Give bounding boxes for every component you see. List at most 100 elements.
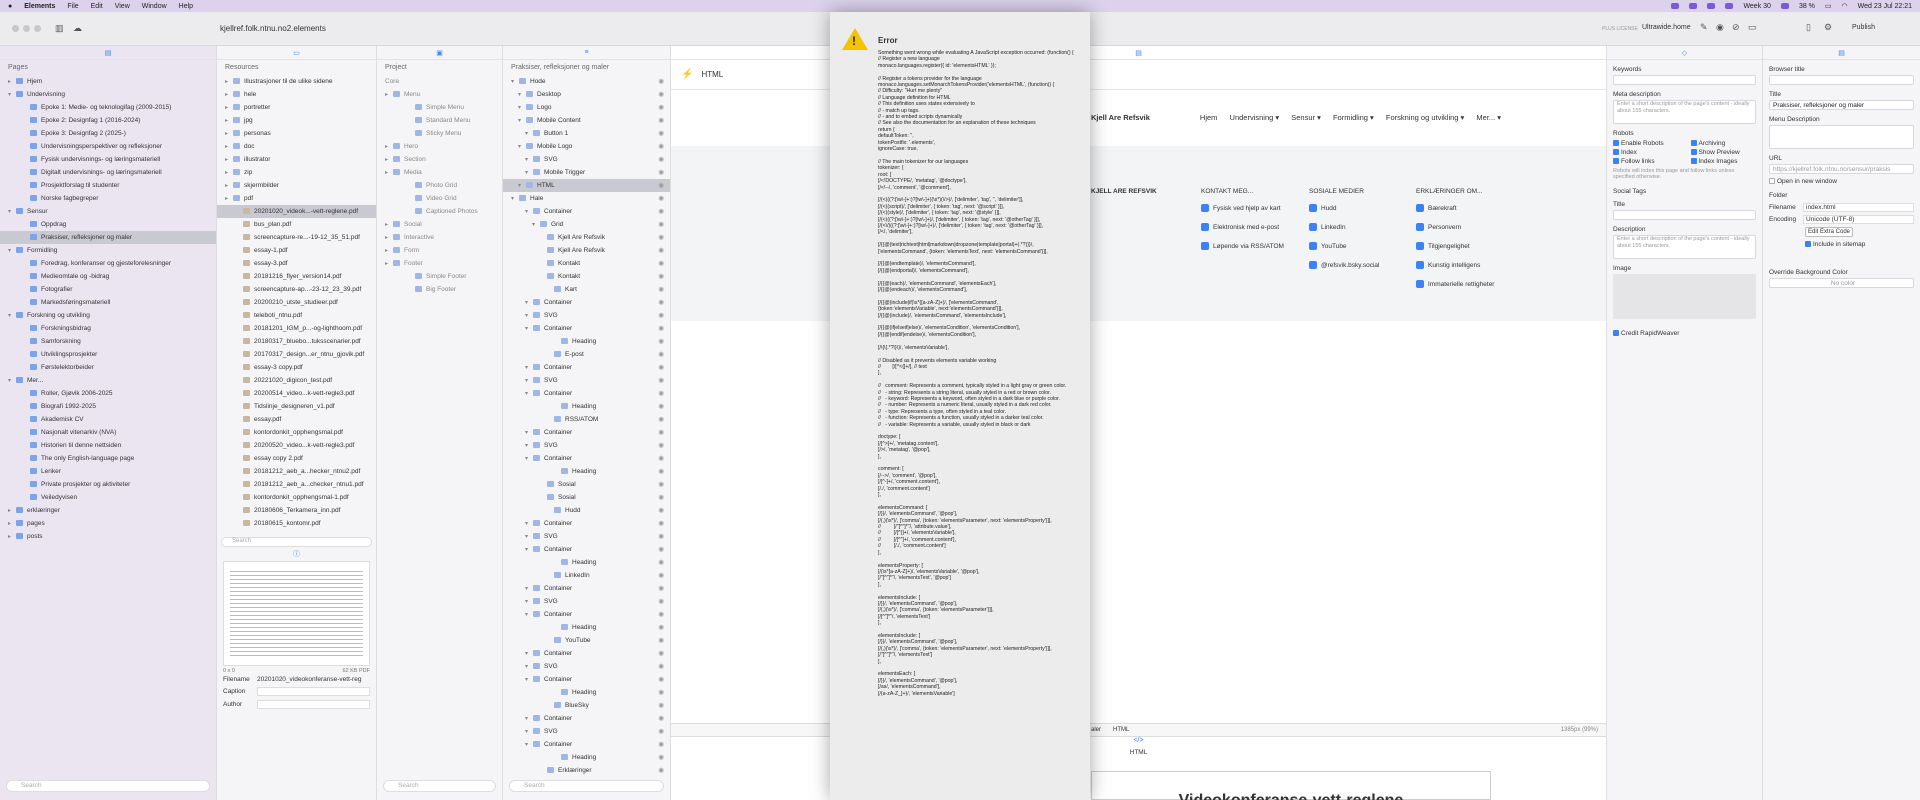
disclosure-triangle-icon[interactable]: ▾ <box>525 648 533 660</box>
visibility-eye-icon[interactable]: ◉ <box>658 530 664 543</box>
project-search-input[interactable]: Search <box>383 780 496 792</box>
resource-item[interactable]: screencapture-re...-19-12_35_51.pdf <box>217 231 376 244</box>
disclosure-triangle-icon[interactable]: ▾ <box>525 297 533 309</box>
layer-item[interactable]: Heading ◉ <box>503 686 670 699</box>
settings-gear-icon[interactable]: ⚙ <box>1824 22 1832 33</box>
resource-item[interactable]: 20200514_video...k-vett-regle3.pdf <box>217 387 376 400</box>
wand-icon[interactable]: ✎ <box>1700 22 1708 33</box>
resource-item[interactable]: 20221020_digicon_test.pdf <box>217 374 376 387</box>
resource-item[interactable]: 20181216_flyer_version14.pdf <box>217 270 376 283</box>
visibility-eye-icon[interactable]: ◉ <box>658 140 664 153</box>
project-item[interactable]: ▸ Hero <box>377 140 502 153</box>
visibility-eye-icon[interactable]: ◉ <box>658 361 664 374</box>
show-preview-checkbox[interactable]: Show Preview <box>1685 148 1763 157</box>
disclosure-triangle-icon[interactable]: ▾ <box>518 89 526 101</box>
visibility-eye-icon[interactable]: ◉ <box>658 634 664 647</box>
disclosure-triangle-icon[interactable]: ▸ <box>385 141 393 153</box>
project-item[interactable]: ▸ Footer <box>377 257 502 270</box>
visibility-eye-icon[interactable]: ◉ <box>658 387 664 400</box>
resource-item[interactable]: 20181212_aeb_a...checker_ntnu1.pdf <box>217 478 376 491</box>
disclosure-triangle-icon[interactable]: ▸ <box>8 518 16 530</box>
layer-item[interactable]: Heading ◉ <box>503 465 670 478</box>
menu-view[interactable]: View <box>115 3 130 10</box>
disclosure-triangle-icon[interactable]: ▸ <box>385 89 393 101</box>
resource-item[interactable]: ▸ jpg <box>217 114 376 127</box>
page-item[interactable]: Oppdrag <box>0 218 216 231</box>
social-description-input[interactable]: Enter a short description of the page's … <box>1613 235 1756 259</box>
disclosure-triangle-icon[interactable]: ▾ <box>8 245 16 257</box>
preview-icon[interactable]: ⊘ <box>1732 22 1740 33</box>
breadcrumb-item[interactable]: aler <box>1091 727 1101 733</box>
footer-social-link[interactable]: YouTube <box>1309 242 1380 261</box>
page-icon[interactable]: ▤ <box>105 49 112 57</box>
visibility-eye-icon[interactable]: ◉ <box>658 582 664 595</box>
page-item[interactable]: Utviklingsprosjekter <box>0 348 216 361</box>
page-item[interactable]: Veiledyvisen <box>0 491 216 504</box>
layer-item[interactable]: ▾ Container ◉ <box>503 543 670 556</box>
resource-item[interactable]: 20201020_videok...-vett-reglene.pdf <box>217 205 376 218</box>
visibility-eye-icon[interactable]: ◉ <box>658 699 664 712</box>
layer-item[interactable]: Kontakt ◉ <box>503 270 670 283</box>
nav-mer[interactable]: Mer... ▾ <box>1476 113 1501 122</box>
visibility-eye-icon[interactable]: ◉ <box>658 725 664 738</box>
visibility-eye-icon[interactable]: ◉ <box>658 595 664 608</box>
visibility-eye-icon[interactable]: ◉ <box>658 127 664 140</box>
page-item[interactable]: Foredrag, konferanser og gjesteforelesni… <box>0 257 216 270</box>
disclosure-triangle-icon[interactable]: ▾ <box>525 713 533 725</box>
pages-search-input[interactable]: Search <box>6 780 210 792</box>
visibility-eye-icon[interactable]: ◉ <box>658 335 664 348</box>
layer-item[interactable]: ▾ Container ◉ <box>503 387 670 400</box>
publish-button[interactable]: Publish <box>1852 24 1875 31</box>
layer-item[interactable]: LinkedIn ◉ <box>503 569 670 582</box>
page-item[interactable]: Private prosjekter og aktiviteter <box>0 478 216 491</box>
disclosure-triangle-icon[interactable]: ▾ <box>525 544 533 556</box>
layer-item[interactable]: Kart ◉ <box>503 283 670 296</box>
social-title-input[interactable] <box>1613 210 1756 220</box>
resource-item[interactable]: 20200210_utste_studieer.pdf <box>217 296 376 309</box>
resource-item[interactable]: essay-3 copy.pdf <box>217 361 376 374</box>
caption-field[interactable] <box>257 687 370 696</box>
status-app-icon[interactable] <box>1689 3 1698 9</box>
footer-decl-link[interactable]: Bærekraft <box>1416 204 1494 223</box>
visibility-eye-icon[interactable]: ◉ <box>658 647 664 660</box>
index-images-checkbox[interactable]: Index Images <box>1685 157 1763 166</box>
layer-item[interactable]: ▾ SVG ◉ <box>503 153 670 166</box>
page-item[interactable]: Fotografier <box>0 283 216 296</box>
disclosure-triangle-icon[interactable]: ▾ <box>525 453 533 465</box>
visibility-eye-icon[interactable]: ◉ <box>658 751 664 764</box>
battery-percent[interactable]: 38 % <box>1799 3 1815 10</box>
page-item[interactable]: Medieomtale og -bidrag <box>0 270 216 283</box>
disclosure-triangle-icon[interactable]: ▾ <box>525 739 533 751</box>
resource-item[interactable]: ▸ doc <box>217 140 376 153</box>
zoom-window-button[interactable] <box>34 25 41 32</box>
follow-links-checkbox[interactable]: Follow links <box>1607 157 1685 166</box>
url-input[interactable]: https://kjellref.folk.ntnu.no/sensur/pra… <box>1769 164 1914 174</box>
page-item[interactable]: Praksiser, refleksjoner og maler <box>0 231 216 244</box>
disclosure-triangle-icon[interactable]: ▾ <box>525 674 533 686</box>
visibility-eye-icon[interactable]: ◉ <box>658 426 664 439</box>
credit-checkbox[interactable]: Credit RapidWeaver <box>1607 329 1762 338</box>
visibility-eye-icon[interactable]: ◉ <box>658 114 664 127</box>
layer-item[interactable]: ▾ Container ◉ <box>503 712 670 725</box>
nav-forskning[interactable]: Forskning og utvikling ▾ <box>1386 113 1464 122</box>
project-item[interactable]: Video Grid <box>377 192 502 205</box>
project-item[interactable]: ▸ Media <box>377 166 502 179</box>
layer-item[interactable]: YouTube ◉ <box>503 634 670 647</box>
layer-item[interactable]: ▾ SVG ◉ <box>503 660 670 673</box>
visibility-eye-icon[interactable]: ◉ <box>658 400 664 413</box>
page-item[interactable]: Akademisk CV <box>0 413 216 426</box>
open-new-window-checkbox[interactable]: Open in new window <box>1763 177 1920 186</box>
override-bg-select[interactable]: No color <box>1769 278 1914 288</box>
project-item[interactable]: ▸ Social <box>377 218 502 231</box>
cloud-icon[interactable]: ☁ <box>73 23 82 34</box>
layer-item[interactable]: Heading ◉ <box>503 335 670 348</box>
page-item[interactable]: ▾ Sensur <box>0 205 216 218</box>
layer-item[interactable]: ▾ SVG ◉ <box>503 374 670 387</box>
visibility-eye-icon[interactable]: ◉ <box>658 218 664 231</box>
visibility-eye-icon[interactable]: ◉ <box>658 257 664 270</box>
edit-extra-code-button[interactable]: Edit Extra Code <box>1805 227 1853 237</box>
disclosure-triangle-icon[interactable]: ▾ <box>525 609 533 621</box>
visibility-eye-icon[interactable]: ◉ <box>658 621 664 634</box>
layer-item[interactable]: ▾ Container ◉ <box>503 582 670 595</box>
resource-item[interactable]: Tidslinje_designeren_v1.pdf <box>217 400 376 413</box>
